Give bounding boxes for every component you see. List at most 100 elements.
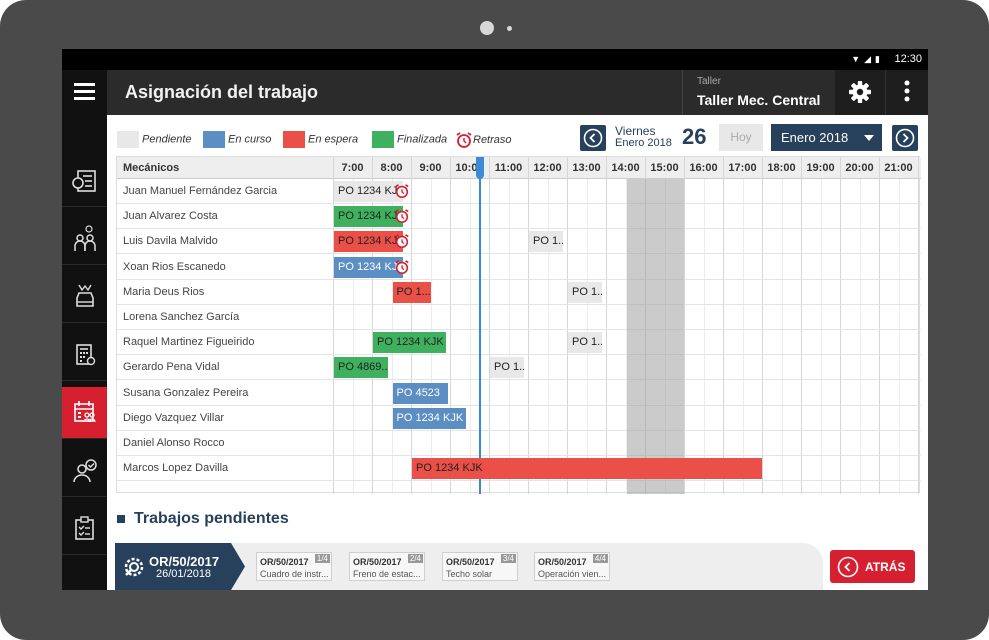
chevron-left-circle-icon xyxy=(837,556,859,578)
camera-icon xyxy=(480,21,494,35)
mechanic-row[interactable]: Luis Davila Malvido xyxy=(117,229,921,255)
task-bar[interactable]: PO 1234 KJK xyxy=(412,458,762,480)
pending-job-card[interactable]: OR/50/2017 1/4 Cuadro de instr... xyxy=(256,552,332,581)
document-money-icon xyxy=(71,169,96,192)
screen: ▼◢▮ 12:30 Asignación del trabajo Taller … xyxy=(62,49,928,590)
month-select-value: Enero 2018 xyxy=(781,130,849,145)
task-bar[interactable]: PO 1... xyxy=(392,281,431,303)
alarm-clock-icon xyxy=(395,209,409,224)
nav-item-customers[interactable] xyxy=(62,213,107,265)
nav-item-checklist[interactable] xyxy=(62,503,107,555)
hour-header: 15:00 xyxy=(650,162,679,174)
current-time-marker[interactable] xyxy=(476,157,484,179)
back-button[interactable]: ATRÁS xyxy=(830,550,915,583)
nav-item-calculator[interactable] xyxy=(62,329,107,381)
calculator-gear-icon xyxy=(75,343,95,365)
mechanic-row[interactable]: Xoan Rios Escanedo xyxy=(117,255,921,280)
task-bar[interactable]: PO 4869... xyxy=(334,357,388,379)
mechanic-row[interactable]: Maria Deus Rios xyxy=(117,280,921,305)
job-index-badge: 2/4 xyxy=(407,554,423,563)
job-code: OR/50/2017 xyxy=(538,557,587,567)
more-options-button[interactable] xyxy=(885,70,928,115)
chevron-right-icon xyxy=(895,128,915,148)
hour-header: 17:00 xyxy=(728,162,757,174)
hour-header: 11:00 xyxy=(494,162,523,174)
pending-job-card[interactable]: OR/50/2017 3/4 Techo solar xyxy=(442,552,518,581)
legend-swatch xyxy=(283,131,305,148)
day-number: 26 xyxy=(682,124,707,149)
hour-header: 12:00 xyxy=(533,162,562,174)
tablet-frame: ▼◢▮ 12:30 Asignación del trabajo Taller … xyxy=(0,0,989,640)
job-description: Cuadro de instr... xyxy=(260,569,329,579)
task-bar[interactable]: PO 1... xyxy=(568,281,603,303)
menu-icon-bar xyxy=(74,97,95,100)
back-button-label: ATRÁS xyxy=(865,560,906,574)
mechanic-row[interactable]: Lorena Sanchez García xyxy=(117,305,921,330)
taller-value: Taller Mec. Central xyxy=(697,92,821,108)
mechanic-row[interactable]: Daniel Alonso Rocco xyxy=(117,431,921,456)
pending-job-card[interactable]: OR/50/2017 2/4 Freno de estac... xyxy=(349,552,425,581)
hour-header: 14:00 xyxy=(611,162,640,174)
taller-selector[interactable]: Taller Taller Mec. Central xyxy=(682,70,834,115)
legend-label: En espera xyxy=(308,133,359,146)
legend-swatch xyxy=(372,131,394,148)
nav-item-user-check[interactable] xyxy=(62,445,107,497)
legend-label: En curso xyxy=(228,133,272,146)
task-bar[interactable]: PO 1234 KJK xyxy=(334,231,404,253)
clipboard-check-icon xyxy=(74,515,94,540)
pending-jobs-section: Trabajos pendientes xyxy=(117,510,289,528)
mechanic-name: Juan Manuel Fernández Garcia xyxy=(123,185,278,197)
pending-job-card[interactable]: OR/50/2017 4/4 Operación vien... xyxy=(534,552,610,581)
month-select[interactable]: Enero 2018 xyxy=(771,124,882,151)
task-bar[interactable]: PO 4523 xyxy=(392,382,449,404)
alarm-clock-icon xyxy=(395,259,409,274)
hamburger-menu-button[interactable] xyxy=(62,70,107,115)
user-check-icon xyxy=(72,458,97,482)
lunch-break-block xyxy=(627,179,684,494)
menu-icon-bar xyxy=(74,90,95,93)
signal-icon: ◢ xyxy=(864,54,876,64)
task-bar[interactable]: PO 1234 KJK xyxy=(334,256,404,278)
nav-item-reception[interactable] xyxy=(62,271,107,323)
mechanic-name: Daniel Alonso Rocco xyxy=(123,437,225,449)
task-bar[interactable]: PO 1... xyxy=(490,357,525,379)
battery-icon: ▮ xyxy=(875,54,884,64)
job-description: Techo solar xyxy=(446,569,493,579)
page-title: Asignación del trabajo xyxy=(125,82,319,102)
task-bar[interactable]: PO 1234 KJK xyxy=(373,332,447,354)
mechanic-row[interactable]: Raquel Martinez Figueirido xyxy=(117,330,921,356)
day-month: Enero 2018 xyxy=(615,137,672,149)
task-bar[interactable]: PO 1234 KJK xyxy=(392,407,466,429)
calendar-people-icon xyxy=(73,400,96,422)
job-code: OR/50/2017 xyxy=(260,557,309,567)
taller-label: Taller xyxy=(697,76,721,87)
task-bar[interactable]: PO 1234 KJK xyxy=(334,206,404,228)
prev-day-button[interactable] xyxy=(580,125,606,151)
job-index-badge: 3/4 xyxy=(500,554,516,563)
nav-item-budget[interactable] xyxy=(62,155,107,207)
legend-label: Pendiente xyxy=(142,133,192,146)
task-bar[interactable]: PO 1234 KJK xyxy=(334,181,404,202)
side-navigation xyxy=(62,115,107,590)
today-button[interactable]: Hoy xyxy=(719,124,763,151)
mechanic-row[interactable]: Juan Alvarez Costa xyxy=(117,204,921,230)
car-reception-icon xyxy=(75,284,94,307)
hour-header: 7:00 xyxy=(341,162,364,174)
mechanic-row[interactable]: Diego Vazquez Villar xyxy=(117,406,921,431)
more-vertical-icon xyxy=(904,80,910,102)
mechanic-name: Xoan Rios Escanedo xyxy=(123,260,226,273)
job-index-badge: 4/4 xyxy=(592,554,608,563)
caret-down-icon xyxy=(864,135,874,141)
current-time-line xyxy=(479,157,481,494)
settings-button[interactable] xyxy=(835,70,885,115)
app-bar: Asignación del trabajo Taller Taller Mec… xyxy=(62,70,928,115)
wifi-icon: ▼ xyxy=(851,54,865,64)
task-bar[interactable]: PO 1... xyxy=(529,231,564,253)
nav-item-work-assignment[interactable] xyxy=(62,387,107,439)
task-bar[interactable]: PO 1... xyxy=(568,332,603,354)
mechanic-name: Juan Alvarez Costa xyxy=(123,210,218,223)
mechanic-row[interactable]: Susana Gonzalez Pereira xyxy=(117,381,921,406)
mechanic-name: Maria Deus Rios xyxy=(123,285,205,298)
next-day-button[interactable] xyxy=(892,125,918,151)
mechanic-row[interactable]: Juan Manuel Fernández Garcia xyxy=(117,179,921,204)
